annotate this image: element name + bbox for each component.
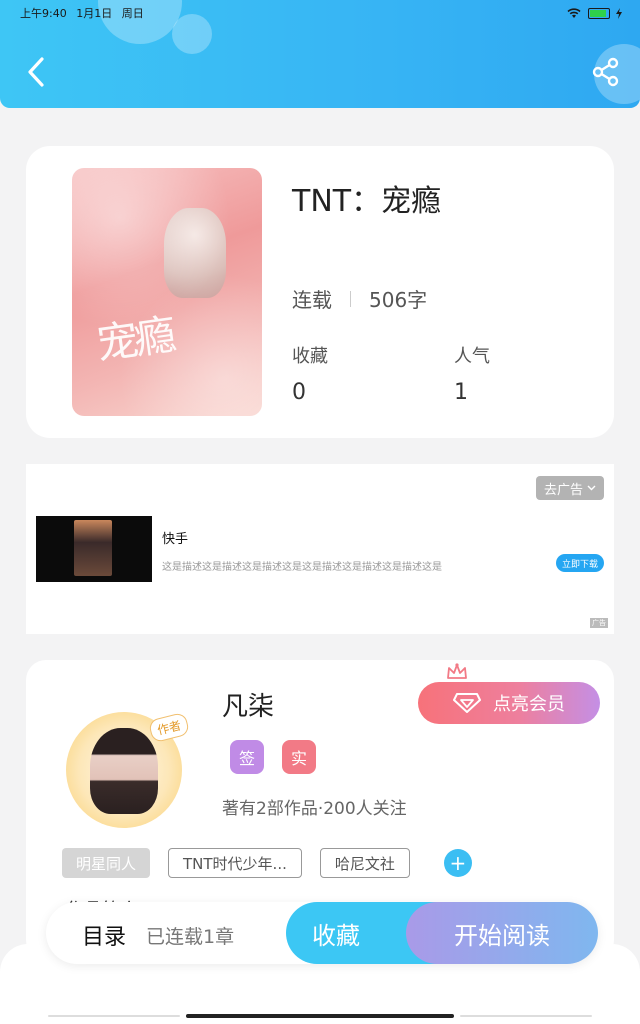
tag-list: 明星同人 TNT时代少年... 哈尼文社 + [62, 848, 472, 878]
diamond-icon [453, 693, 481, 713]
charging-icon [616, 7, 622, 19]
status-bar: 上午9:40 1月1日 周日 [20, 4, 622, 22]
favorites-value: 0 [292, 380, 306, 405]
ad-thumbnail[interactable] [36, 516, 152, 582]
book-cover[interactable]: 宠瘾 [72, 168, 262, 416]
book-meta: 连载 506字 [292, 284, 427, 313]
app-header: 上午9:40 1月1日 周日 [0, 0, 640, 108]
author-avatar-tag: 作者 [147, 711, 191, 744]
author-avatar[interactable]: 作者 [66, 711, 191, 828]
favorites-label: 收藏 [292, 346, 328, 367]
ad-description: 这是描述这是描述这是描述这是这是描述这是描述这是描述这是 [162, 562, 442, 573]
meta-divider [350, 290, 351, 307]
popularity-value: 1 [454, 380, 468, 405]
badge-signed: 签 [230, 740, 264, 774]
author-stats: 著有2部作品·200人关注 [222, 799, 407, 819]
nav-bar-track-left [48, 1015, 180, 1017]
book-word-count: 506字 [369, 288, 428, 312]
chevron-down-icon [587, 485, 596, 491]
action-bar: 目录 已连载1章 收藏 开始阅读 [46, 902, 598, 964]
add-tag-button[interactable]: + [443, 849, 472, 877]
book-status: 连载 [292, 288, 332, 312]
tag-item[interactable]: 哈尼文社 [319, 848, 410, 878]
toc-chapter-count: 已连载1章 [146, 926, 235, 948]
back-arrow-icon [28, 57, 44, 87]
share-icon [592, 57, 619, 87]
status-indicators [566, 7, 622, 19]
cover-title-text: 宠瘾 [93, 309, 176, 370]
ad-mark: 广告 [590, 618, 608, 628]
crown-icon [447, 663, 467, 679]
vip-button[interactable]: 点亮会员 [418, 682, 600, 724]
avatar-portrait [90, 728, 158, 814]
tag-item[interactable]: TNT时代少年... [168, 848, 302, 878]
status-time-date: 上午9:40 1月1日 周日 [20, 5, 144, 21]
author-name: 凡柒 [222, 692, 275, 722]
wifi-icon [567, 8, 581, 18]
ad-app-name: 快手 [162, 532, 189, 547]
ad-thumbnail-image [74, 520, 112, 576]
ad-download-button[interactable]: 立即下载 [556, 554, 604, 572]
status-time: 上午9:40 [20, 7, 67, 20]
plus-icon: + [449, 851, 467, 875]
remove-ad-label: 去广告 [543, 482, 583, 498]
badge-verified: 实 [282, 740, 316, 774]
popularity-stat: 人气 1 [454, 342, 490, 405]
start-reading-button[interactable]: 开始阅读 [406, 902, 598, 964]
ad-banner[interactable]: 去广告 快手 这是描述这是描述这是描述这是这是描述这是描述这是描述这是 立即下载… [26, 464, 614, 634]
book-info-card: 宠瘾 TNT：宠瘾 连载 506字 收藏 0 人气 1 [26, 146, 614, 438]
favorites-stat: 收藏 0 [292, 342, 328, 405]
nav-bar-track-right [460, 1015, 592, 1017]
share-button[interactable] [588, 52, 624, 92]
battery-icon [588, 7, 610, 19]
tag-item[interactable]: 明星同人 [62, 848, 151, 878]
book-title: TNT：宠瘾 [292, 184, 442, 219]
home-indicator[interactable] [186, 1014, 454, 1018]
remove-ad-button[interactable]: 去广告 [535, 476, 604, 500]
status-weekday: 周日 [121, 7, 144, 20]
popularity-label: 人气 [454, 346, 490, 367]
toc-button[interactable]: 目录 [82, 919, 126, 951]
vip-label: 点亮会员 [493, 694, 565, 715]
back-button[interactable] [18, 52, 54, 92]
status-date: 1月1日 [76, 7, 113, 20]
cover-shine [72, 168, 262, 416]
